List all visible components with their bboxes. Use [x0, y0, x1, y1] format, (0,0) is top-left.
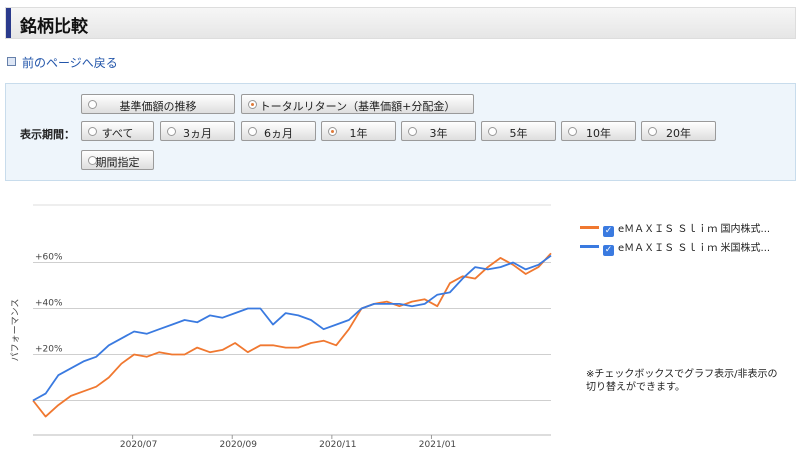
period-option-6m[interactable]: 6ヵ月	[241, 121, 316, 141]
option-label: 10年	[586, 127, 611, 140]
x-tick-label: 2021/01	[419, 440, 456, 450]
period-option-20y[interactable]: 20年	[641, 121, 716, 141]
option-label: 1年	[349, 127, 368, 140]
checkbox-checked-icon[interactable]: ✓	[603, 226, 614, 237]
series-line-0	[32, 252, 552, 418]
option-label: 3年	[429, 127, 448, 140]
period-label: 表示期間：	[20, 128, 75, 141]
legend-line	[580, 245, 599, 248]
legend-item-us[interactable]: ✓ eＭＡＸＩＳ Ｓｌｉｍ 米国株式...	[580, 239, 770, 256]
option-label: すべて	[101, 127, 134, 140]
option-label: 20年	[666, 127, 691, 140]
back-link-label: 前のページへ戻る	[22, 56, 118, 70]
page-title-bar: 銘柄比較	[5, 7, 796, 39]
y-axis-label: パフォーマンス	[10, 299, 21, 362]
period-option-5y[interactable]: 5年	[481, 121, 556, 141]
checkbox-checked-icon[interactable]: ✓	[603, 245, 614, 256]
x-tick-label: 2020/09	[220, 440, 258, 450]
legend-label: eＭＡＸＩＳ Ｓｌｉｍ 国内株式...	[618, 224, 771, 235]
performance-chart: +60% +40% +20% 2020/07 2020/09 2020/11 2021/01…	[10, 204, 552, 450]
y-tick-label: +20%	[35, 345, 63, 355]
option-label: 5年	[509, 127, 528, 140]
back-link[interactable]: 前のページへ戻る	[7, 54, 118, 71]
period-option-3m[interactable]: 3ヵ月	[160, 121, 235, 141]
period-option-3y[interactable]: 3年	[401, 121, 476, 141]
chart-note: ※チェックボックスでグラフ表示/非表示の切り替えができます。	[586, 369, 778, 393]
period-option-all[interactable]: すべて	[81, 121, 154, 141]
option-label: 3ヵ月	[183, 127, 212, 140]
option-base-price[interactable]: 基準価額の推移	[81, 94, 235, 114]
option-label: 基準価額の推移	[119, 100, 197, 113]
period-option-1y[interactable]: 1年	[321, 121, 396, 141]
period-option-custom[interactable]: 期間指定	[81, 150, 154, 170]
option-label: 6ヵ月	[264, 127, 293, 140]
x-tick-label: 2020/07	[120, 440, 157, 450]
period-option-10y[interactable]: 10年	[561, 121, 636, 141]
y-tick-label: +60%	[35, 253, 63, 263]
title-accent	[6, 8, 11, 38]
x-tick-label: 2020/11	[319, 440, 356, 450]
bullet-icon	[7, 57, 16, 66]
page-title: 銘柄比較	[20, 17, 88, 37]
legend-label: eＭＡＸＩＳ Ｓｌｉｍ 米国株式...	[618, 243, 771, 254]
y-tick-label: +40%	[35, 299, 63, 309]
series-line-1	[32, 254, 552, 402]
option-label: 期間指定	[95, 156, 140, 169]
option-total-return[interactable]: トータルリターン（基準価額+分配金）	[241, 94, 474, 114]
legend-line	[580, 226, 599, 229]
legend-item-domestic[interactable]: ✓ eＭＡＸＩＳ Ｓｌｉｍ 国内株式...	[580, 220, 770, 237]
option-label: トータルリターン（基準価額+分配金）	[259, 100, 456, 113]
